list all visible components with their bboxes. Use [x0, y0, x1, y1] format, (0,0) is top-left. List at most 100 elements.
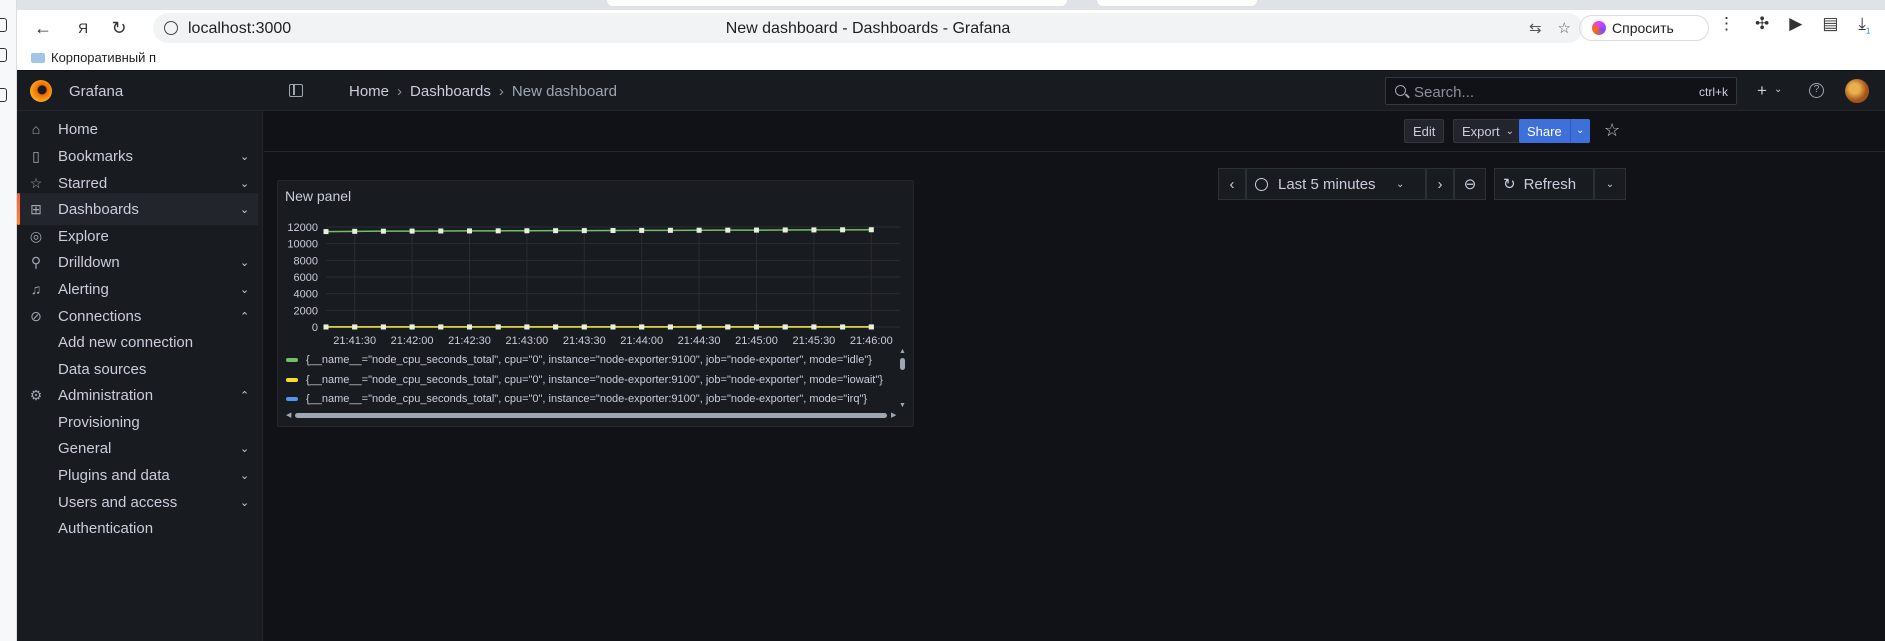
chevron-down-icon: ⌄	[1396, 178, 1405, 190]
chevron-up-icon[interactable]: ⌃	[240, 389, 249, 402]
export-button[interactable]: Export ⌄	[1453, 119, 1523, 143]
chevron-down-icon[interactable]: ⌄	[240, 203, 249, 216]
panel-title: New panel	[285, 188, 352, 204]
bookmark-icon: ▯	[32, 148, 40, 164]
extensions-icon[interactable]: ✣	[1755, 14, 1769, 35]
data-point	[467, 228, 472, 234]
y-tick-label: 12000	[287, 222, 318, 234]
x-tick-label: 21:41:30	[333, 335, 376, 347]
scroll-left-icon[interactable]: ◀	[286, 411, 291, 419]
chevron-down-icon[interactable]: ⌄	[1774, 84, 1782, 95]
legend-horizontal-scrollbar[interactable]: ◀ ▶	[286, 411, 898, 419]
chevron-down-icon: ⌄	[1505, 125, 1514, 137]
share-button[interactable]: Share ⌄	[1519, 119, 1590, 143]
chevron-down-icon[interactable]: ⌄	[240, 177, 249, 190]
x-tick-label: 21:46:00	[850, 335, 893, 347]
breadcrumb-dashboards[interactable]: Dashboards	[410, 83, 491, 100]
search-input[interactable]: Search... ctrl+k	[1385, 77, 1737, 105]
reload-button[interactable]: ↻	[101, 10, 137, 46]
data-point	[754, 227, 759, 233]
grafana-app: Grafana Home › Dashboards › New dashboar…	[17, 71, 1885, 641]
sidebar-panel-icon[interactable]: ▤	[1822, 14, 1838, 35]
time-series-chart[interactable]: 0 2000 4000 6000 8000 10000 12000 21:41:30 21:42…	[278, 211, 915, 351]
data-point	[868, 227, 874, 233]
legend-item[interactable]: {__name__="node_cpu_seconds_total", cpu=…	[286, 372, 883, 388]
chevron-down-icon[interactable]: ⌄	[240, 256, 249, 269]
tab-strip	[17, 0, 1885, 10]
time-range-picker[interactable]: Last 5 minutes ⌄	[1246, 168, 1426, 200]
clock-icon	[1255, 177, 1268, 191]
address-bar[interactable]: localhost:3000 New dashboard - Dashboard…	[153, 13, 1583, 43]
data-point	[438, 228, 444, 234]
menu-dots-icon[interactable]: ⋮	[1718, 14, 1735, 35]
bookmark-star-icon[interactable]: ☆	[1558, 19, 1571, 37]
grafana-logo-icon[interactable]	[30, 80, 52, 102]
media-icon[interactable]: ▶	[1789, 14, 1802, 35]
new-plus-icon[interactable]: +	[1757, 81, 1767, 101]
x-tick-label: 21:45:30	[792, 335, 835, 347]
url-text[interactable]: localhost:3000	[188, 20, 291, 38]
back-button[interactable]: ←	[25, 10, 61, 46]
x-tick-label: 21:45:00	[735, 335, 778, 347]
yandex-icon[interactable]: Я	[65, 10, 101, 46]
y-tick-label: 8000	[294, 255, 318, 267]
chevron-down-icon[interactable]: ⌄	[240, 469, 249, 482]
chevron-down-icon[interactable]: ⌄	[240, 496, 249, 509]
legend-item[interactable]: {__name__="node_cpu_seconds_total", cpu=…	[286, 352, 872, 368]
data-point	[495, 228, 501, 234]
dock-menu-icon[interactable]	[289, 84, 303, 97]
site-info-icon[interactable]	[164, 21, 178, 35]
chevron-down-icon[interactable]: ⌄	[240, 150, 249, 163]
translate-icon[interactable]: ⇆	[1529, 19, 1542, 37]
breadcrumb-current: New dashboard	[511, 83, 617, 100]
window-icon	[0, 18, 7, 32]
data-point	[868, 324, 874, 330]
favorite-star-icon[interactable]: ☆	[1604, 120, 1620, 141]
refresh-interval-dropdown[interactable]: ⌄	[1594, 168, 1626, 200]
y-tick-label: 6000	[294, 272, 318, 284]
apps-icon: ⊞	[30, 201, 42, 217]
chevron-down-icon[interactable]: ⌄	[240, 442, 249, 455]
data-point	[323, 324, 329, 330]
search-icon	[1395, 85, 1406, 96]
edit-button[interactable]: Edit	[1404, 119, 1445, 143]
data-point	[639, 227, 645, 233]
data-point	[811, 324, 817, 330]
legend-item[interactable]: {__name__="node_cpu_seconds_total", cpu=…	[286, 391, 867, 407]
scroll-right-icon[interactable]: ▶	[891, 411, 896, 419]
chevron-up-icon[interactable]: ⌃	[240, 310, 249, 323]
data-point	[696, 324, 702, 330]
data-point	[782, 227, 788, 233]
sidebar-item-authentication[interactable]: Authentication	[17, 512, 263, 544]
bookmarks-bar: Корпоративный п	[17, 46, 1885, 70]
panel[interactable]: New panel 0 2000 4000 6000 8000 10000 12000 21:…	[277, 180, 914, 427]
bookmark-item[interactable]: Корпоративный п	[31, 50, 156, 65]
legend-swatch	[286, 358, 298, 362]
time-forward-button[interactable]: ›	[1426, 168, 1454, 200]
breadcrumb-home[interactable]: Home	[349, 83, 389, 100]
data-point	[667, 227, 673, 233]
x-tick-label: 21:43:30	[563, 335, 606, 347]
ask-ai-button[interactable]: Спросить	[1579, 15, 1709, 41]
data-point	[524, 228, 530, 234]
scroll-down-icon[interactable]: ▼	[899, 402, 906, 409]
share-options-chevron-icon[interactable]: ⌄	[1569, 119, 1590, 143]
bookmark-icon	[31, 52, 45, 63]
data-point	[725, 227, 731, 233]
time-back-button[interactable]: ‹	[1218, 168, 1246, 200]
help-icon[interactable]: ?	[1809, 83, 1824, 98]
data-point	[409, 228, 415, 234]
refresh-button[interactable]: ↻ Refresh	[1494, 168, 1594, 200]
data-point	[581, 324, 587, 330]
data-point	[696, 227, 702, 233]
scroll-up-icon[interactable]: ▲	[899, 348, 906, 355]
chevron-down-icon: ⌄	[1605, 178, 1615, 190]
data-point	[610, 228, 616, 233]
downloads-icon[interactable]: ⤓1	[1858, 14, 1870, 35]
chevron-down-icon[interactable]: ⌄	[240, 283, 249, 296]
data-point	[639, 324, 645, 330]
zoom-out-button[interactable]: ⊖	[1454, 168, 1486, 200]
data-point	[725, 324, 731, 330]
avatar[interactable]	[1845, 79, 1869, 103]
legend-vertical-scrollbar[interactable]: ▲ ▼	[898, 348, 906, 410]
